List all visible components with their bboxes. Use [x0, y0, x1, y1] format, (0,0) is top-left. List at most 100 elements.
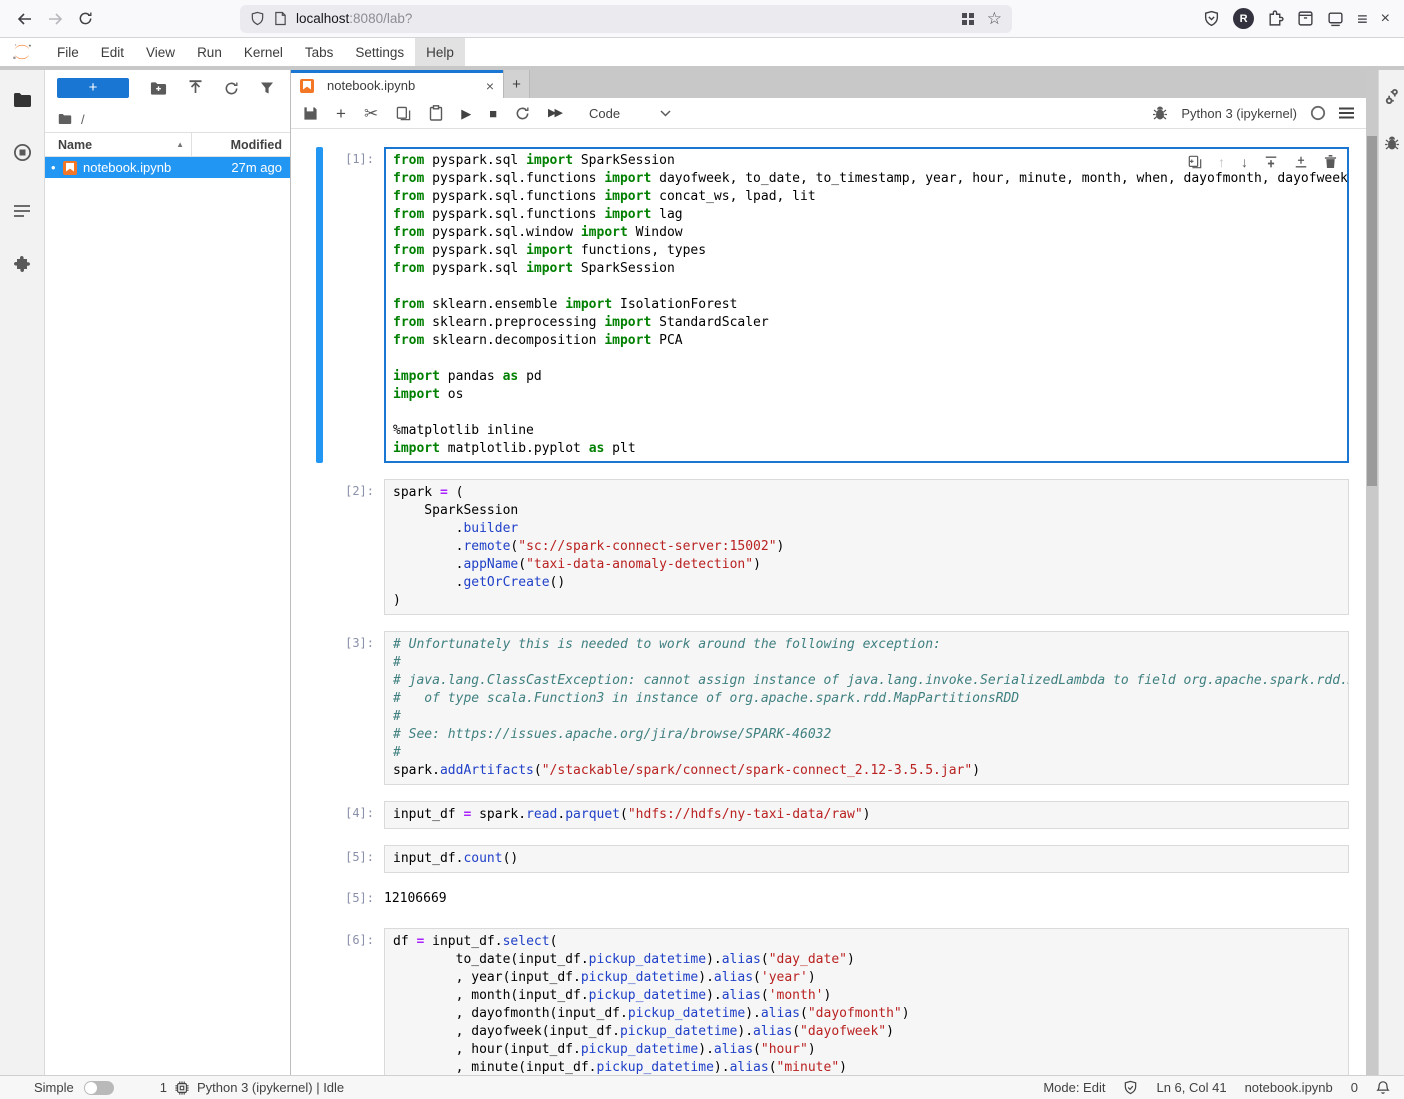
insert-cell-above-icon[interactable]	[1264, 155, 1278, 169]
run-all-cells-icon[interactable]: ▶▶	[548, 108, 561, 119]
cell-collapser[interactable]	[316, 928, 323, 1075]
notebook-cell[interactable]: [5]:input_df.count()	[316, 845, 1349, 873]
extension-manager-tab-icon[interactable]	[0, 242, 44, 286]
interrupt-kernel-icon[interactable]: ■	[489, 107, 497, 120]
insert-cell-below-icon[interactable]	[1294, 155, 1308, 169]
library-icon[interactable]	[1297, 10, 1314, 27]
chip-icon	[175, 1081, 189, 1095]
cursor-position[interactable]: Ln 6, Col 41	[1156, 1080, 1226, 1095]
file-browser-panel: + / Name ▲	[45, 70, 291, 1075]
paste-cells-icon[interactable]	[429, 105, 443, 121]
column-header-modified[interactable]: Modified	[192, 138, 290, 152]
tab-notebook[interactable]: notebook.ipynb ×	[291, 70, 503, 98]
menu-help[interactable]: Help	[415, 38, 465, 66]
cell-editor[interactable]: input_df = spark.read.parquet("hdfs://hd…	[384, 801, 1349, 829]
url-bar[interactable]: localhost:8080/lab? ☆	[240, 5, 1012, 33]
new-launcher-button[interactable]: +	[57, 78, 129, 98]
command-mode-indicator[interactable]: Mode: Edit	[1043, 1080, 1105, 1095]
notebook-tools-menu-icon[interactable]	[1339, 107, 1354, 119]
refresh-icon[interactable]	[224, 81, 239, 96]
cell-collapser[interactable]	[316, 147, 323, 463]
menu-edit[interactable]: Edit	[90, 38, 135, 66]
cell-collapser[interactable]	[316, 631, 323, 785]
new-folder-icon[interactable]	[150, 81, 167, 96]
insert-cell-icon[interactable]: +	[336, 105, 346, 122]
cut-cells-icon[interactable]: ✂	[364, 105, 378, 122]
trust-shield-icon[interactable]	[1123, 1080, 1138, 1095]
cell-execution-prompt: [5]:	[327, 845, 384, 873]
add-icon: +	[512, 76, 521, 93]
dock-tab-bar: notebook.ipynb × +	[291, 70, 1366, 98]
file-row-notebook[interactable]: • notebook.ipynb 27m ago	[45, 157, 290, 178]
kernel-busy-count: 1	[160, 1080, 167, 1095]
move-cell-down-icon[interactable]: ↓	[1241, 155, 1248, 169]
output-collapser[interactable]	[316, 889, 323, 906]
bell-icon[interactable]	[1376, 1080, 1390, 1095]
notebook-cell[interactable]: [3]:# Unfortunately this is needed to wo…	[316, 631, 1349, 785]
reader-grid-icon[interactable]	[961, 12, 975, 26]
browser-reload-button[interactable]	[70, 5, 100, 33]
tracking-shield-icon[interactable]	[250, 11, 265, 26]
bookmark-star-icon[interactable]: ☆	[987, 10, 1002, 27]
menu-kernel[interactable]: Kernel	[233, 38, 294, 66]
sidebars-icon[interactable]	[1327, 10, 1344, 27]
statusbar-filename: notebook.ipynb	[1245, 1080, 1333, 1095]
move-cell-up-icon[interactable]: ↑	[1218, 155, 1225, 169]
breadcrumb[interactable]: /	[45, 106, 290, 132]
notebook-file-icon	[63, 161, 77, 175]
file-name: notebook.ipynb	[83, 160, 231, 175]
notebook-cell[interactable]: [6]:df = input_df.select( to_date(input_…	[316, 928, 1349, 1075]
column-header-name[interactable]: Name ▲	[45, 133, 192, 156]
cell-editor[interactable]: # Unfortunately this is needed to work a…	[384, 631, 1349, 785]
debugger-sidebar-bug-icon[interactable]	[1384, 135, 1400, 151]
restart-kernel-icon[interactable]	[515, 106, 530, 121]
menu-run[interactable]: Run	[186, 38, 233, 66]
menu-tabs[interactable]: Tabs	[294, 38, 345, 66]
kernel-name[interactable]: Python 3 (ipykernel)	[1181, 106, 1297, 121]
delete-cell-icon[interactable]	[1324, 154, 1337, 169]
window-close-icon[interactable]: ×	[1381, 11, 1390, 27]
vertical-scrollbar[interactable]	[1366, 70, 1378, 1075]
property-inspector-tab-icon[interactable]	[1383, 88, 1400, 105]
menu-settings[interactable]: Settings	[344, 38, 415, 66]
upload-icon[interactable]	[188, 80, 203, 96]
filter-icon[interactable]	[260, 81, 274, 95]
table-of-contents-tab-icon[interactable]	[0, 189, 44, 233]
new-tab-button[interactable]: +	[503, 70, 530, 98]
cell-collapser[interactable]	[316, 479, 323, 615]
account-avatar[interactable]: R	[1233, 8, 1254, 29]
extension-icon[interactable]	[1267, 10, 1284, 27]
simple-mode-toggle[interactable]	[84, 1081, 114, 1095]
copy-cells-icon[interactable]	[396, 106, 411, 121]
cell-editor[interactable]: spark = ( SparkSession .builder .remote(…	[384, 479, 1349, 615]
save-icon[interactable]	[303, 106, 318, 121]
notebook-cell[interactable]: [2]:spark = ( SparkSession .builder .rem…	[316, 479, 1349, 615]
cell-editor[interactable]: from pyspark.sql import SparkSessionfrom…	[384, 147, 1349, 463]
reload-icon	[78, 11, 93, 26]
menu-view[interactable]: View	[135, 38, 186, 66]
kernel-status-text[interactable]: Python 3 (ipykernel) | Idle	[197, 1080, 344, 1095]
cell-type-dropdown[interactable]: Code	[589, 106, 671, 121]
page-info-icon[interactable]	[274, 11, 287, 26]
tab-close-icon[interactable]: ×	[486, 78, 494, 94]
scrollbar-thumb[interactable]	[1367, 136, 1377, 486]
url-text: localhost:8080/lab?	[296, 11, 412, 26]
running-sessions-tab-icon[interactable]	[0, 130, 44, 174]
breadcrumb-root[interactable]: /	[81, 112, 85, 127]
browser-forward-button[interactable]	[40, 5, 70, 33]
debugger-bug-icon[interactable]	[1152, 105, 1168, 121]
notebook-cell[interactable]: [4]:input_df = spark.read.parquet("hdfs:…	[316, 801, 1349, 829]
cell-editor[interactable]: input_df.count()	[384, 845, 1349, 873]
notebook-cell[interactable]: [1]:from pyspark.sql import SparkSession…	[316, 147, 1349, 463]
menu-file[interactable]: File	[46, 38, 90, 66]
browser-menu-icon[interactable]: ≡	[1357, 10, 1368, 28]
duplicate-cell-icon[interactable]	[1188, 155, 1202, 169]
file-browser-tab-icon[interactable]	[0, 78, 44, 122]
run-cell-icon[interactable]: ▶	[461, 107, 471, 120]
cell-editor[interactable]: df = input_df.select( to_date(input_df.p…	[384, 928, 1349, 1075]
folder-icon	[58, 113, 72, 125]
pocket-icon[interactable]	[1203, 10, 1220, 27]
browser-back-button[interactable]	[10, 5, 40, 33]
cell-collapser[interactable]	[316, 845, 323, 873]
cell-collapser[interactable]	[316, 801, 323, 829]
